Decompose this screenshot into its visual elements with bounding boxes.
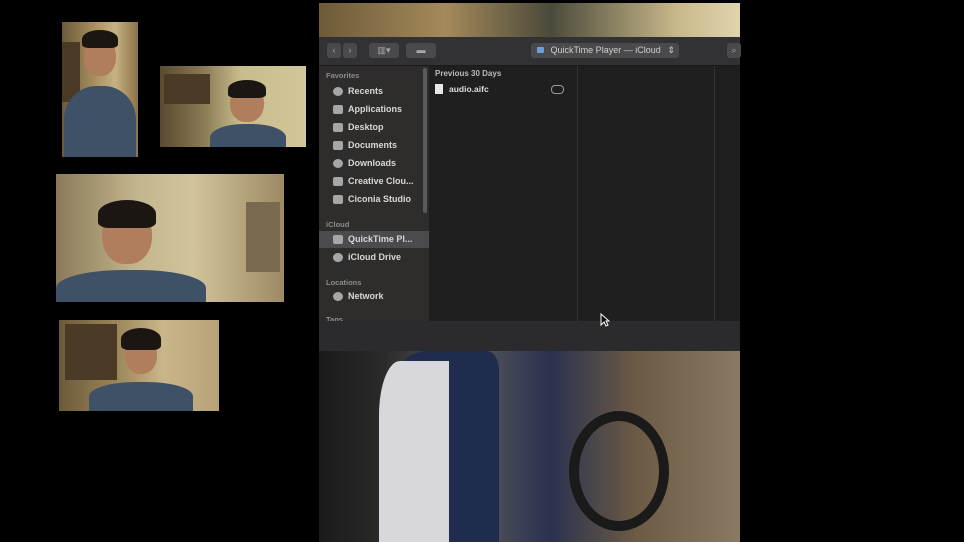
back-button[interactable]: ‹ — [327, 43, 341, 58]
folder-icon — [537, 47, 544, 53]
cloud-download-icon[interactable] — [551, 85, 564, 94]
chair-shape — [569, 411, 669, 531]
video-thumbnail-3 — [56, 174, 284, 302]
view-options-button[interactable]: ▥▾ — [369, 43, 399, 58]
sidebar-item-label: Documents — [348, 140, 398, 150]
file-row-audio[interactable]: audio.aifc — [435, 83, 575, 96]
sidebar-item-label: QuickTime Pl... — [348, 234, 413, 244]
finder-toolbar: ‹ › ▥▾ ▬ QuickTime Player — iCloud ⇕ ⌕ — [319, 37, 741, 66]
preview-column — [578, 66, 715, 321]
sidebar-item-documents[interactable]: Documents — [319, 137, 429, 154]
path-popup-label: QuickTime Player — iCloud — [550, 45, 661, 55]
sidebar-item-label: Network — [348, 291, 384, 301]
sidebar-item-desktop[interactable]: Desktop — [319, 119, 429, 136]
sidebar-section-icloud: iCloud — [326, 220, 350, 229]
mouse-cursor-icon — [600, 313, 610, 327]
folder-icon — [333, 177, 343, 186]
sidebar-section-locations: Locations — [326, 278, 362, 287]
finder-bottom-bar — [319, 321, 740, 351]
finder-sidebar: Favorites Recents Applications Desktop D… — [319, 66, 429, 321]
video-background-top — [319, 3, 740, 37]
sidebar-item-network[interactable]: Network — [319, 288, 429, 305]
video-thumbnail-2 — [160, 66, 306, 147]
chevron-updown-icon: ⇕ — [667, 45, 675, 55]
sidebar-item-label: Applications — [348, 104, 403, 114]
sidebar-item-icloud-drive[interactable]: iCloud Drive — [319, 249, 429, 266]
clock-icon — [333, 87, 343, 96]
sidebar-item-downloads[interactable]: Downloads — [319, 155, 429, 172]
new-folder-button[interactable]: ▬ — [406, 43, 436, 58]
applications-icon — [333, 105, 343, 114]
shirt-shape — [379, 361, 449, 542]
sidebar-item-quicktime[interactable]: QuickTime Pl... — [319, 231, 429, 248]
file-name: audio.aifc — [449, 84, 489, 94]
globe-icon — [333, 292, 343, 301]
video-thumbnail-4 — [59, 320, 219, 411]
sidebar-item-label: Ciconia Studio — [348, 194, 411, 204]
sidebar-item-creative-cloud[interactable]: Creative Clou... — [319, 173, 429, 190]
video-thumbnail-1 — [62, 22, 138, 157]
forward-button[interactable]: › — [343, 43, 357, 58]
sidebar-item-label: Downloads — [348, 158, 397, 168]
download-icon — [333, 159, 343, 168]
search-button[interactable]: ⌕ — [727, 43, 741, 58]
sidebar-item-applications[interactable]: Applications — [319, 101, 429, 118]
sidebar-item-recents[interactable]: Recents — [319, 83, 429, 100]
finder-dialog: ‹ › ▥▾ ▬ QuickTime Player — iCloud ⇕ ⌕ F… — [319, 37, 741, 321]
file-list-column: Previous 30 Days audio.aifc — [431, 66, 578, 321]
applications-icon — [333, 235, 343, 244]
document-icon — [333, 141, 343, 150]
sidebar-item-label: iCloud Drive — [348, 252, 402, 262]
sidebar-item-label: Desktop — [348, 122, 384, 132]
file-icon — [435, 84, 443, 94]
sidebar-item-ciconia-studio[interactable]: Ciconia Studio — [319, 191, 429, 208]
desktop-icon — [333, 123, 343, 132]
folder-icon — [333, 195, 343, 204]
list-group-header: Previous 30 Days — [435, 69, 502, 78]
cloud-icon — [333, 253, 343, 262]
sidebar-section-favorites: Favorites — [326, 71, 360, 80]
path-popup[interactable]: QuickTime Player — iCloud ⇕ — [531, 43, 679, 58]
sidebar-scrollbar[interactable] — [423, 68, 427, 213]
sidebar-item-label: Recents — [348, 86, 384, 96]
sidebar-item-label: Creative Clou... — [348, 176, 414, 186]
video-background-bottom — [319, 351, 740, 542]
